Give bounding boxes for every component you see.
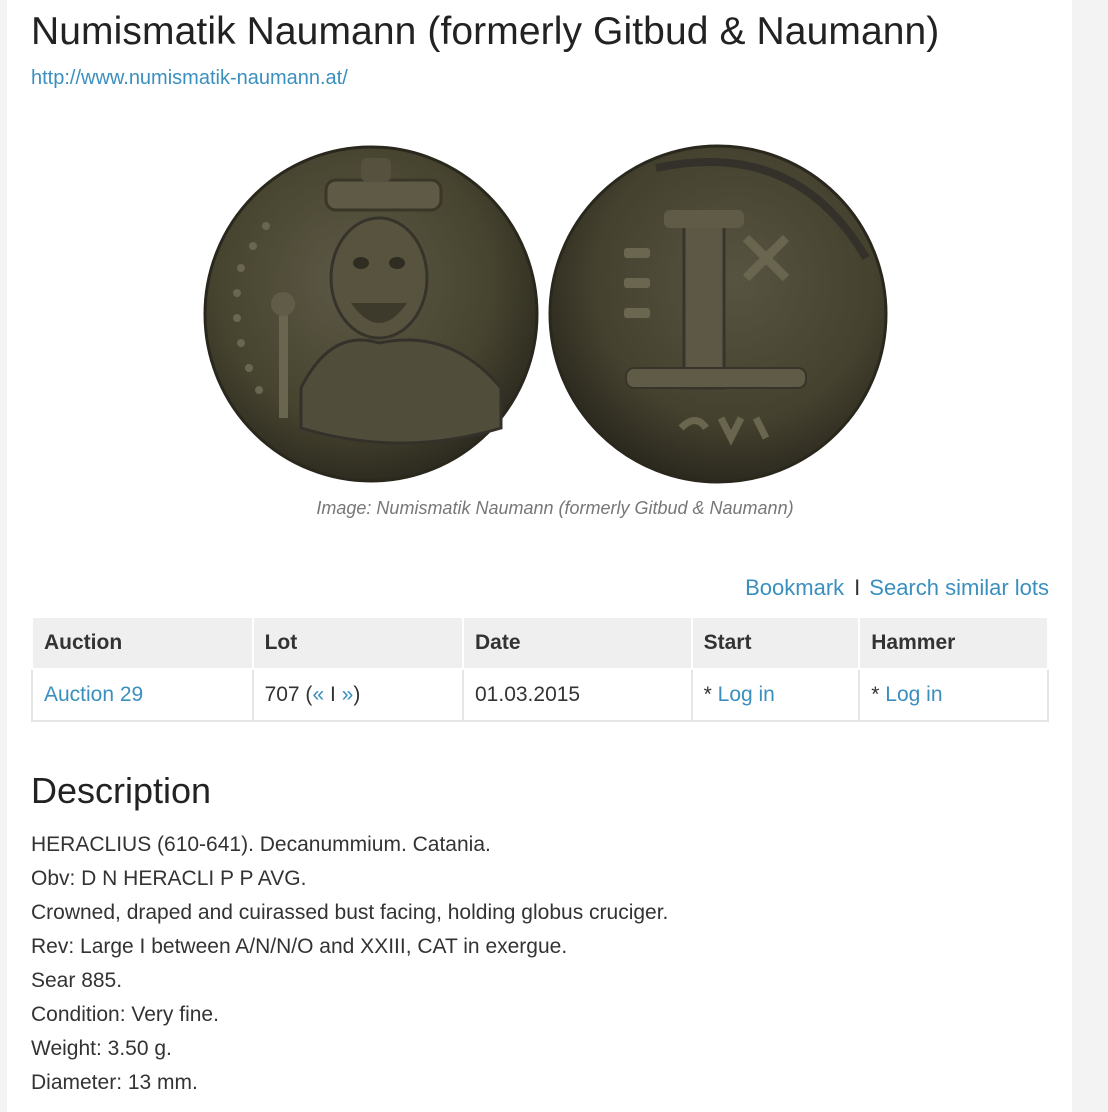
- description-line: Diameter: 13 mm.: [31, 1071, 198, 1094]
- lot-close-paren: ): [353, 683, 361, 706]
- hammer-cell: * Log in: [858, 668, 1049, 722]
- auction-cell: Auction 29: [31, 668, 254, 722]
- description-line: Weight: 3.50 g.: [31, 1037, 172, 1060]
- action-separator: I: [854, 575, 861, 600]
- bookmark-link[interactable]: Bookmark: [745, 575, 844, 600]
- header-auction: Auction: [31, 616, 254, 670]
- page-gutter: [1072, 0, 1108, 1112]
- description-line: Sear 885.: [31, 969, 123, 992]
- description-line: HERACLIUS (610-641). Decanummium. Catani…: [31, 833, 491, 856]
- next-lot-link[interactable]: »: [342, 683, 354, 706]
- hammer-prefix: *: [871, 683, 886, 706]
- start-cell: * Log in: [690, 668, 861, 722]
- lot-table-header-row: Auction Lot Date Start Hammer: [31, 616, 1049, 670]
- previous-lot-link[interactable]: «: [312, 683, 324, 706]
- description-line: Obv: D N HERACLI P P AVG.: [31, 867, 307, 890]
- header-date: Date: [462, 616, 693, 670]
- image-caption: Image: Numismatik Naumann (formerly Gitb…: [316, 498, 794, 518]
- description-line: Rev: Large I between A/N/N/O and XXIII, …: [31, 935, 568, 958]
- lot-page: Numismatik Naumann (formerly Gitbud & Na…: [7, 0, 1072, 1112]
- lot-cell: 707 (« I »): [251, 668, 465, 722]
- description-line: Crowned, draped and cuirassed bust facin…: [31, 901, 669, 924]
- lot-nav-separator: I: [324, 683, 342, 706]
- start-login-link[interactable]: Log in: [718, 683, 775, 706]
- table-row: Auction 29 707 (« I ») 01.03.2015 * Log …: [31, 668, 1049, 722]
- coin-obverse-image: [203, 145, 539, 483]
- search-similar-lots-link[interactable]: Search similar lots: [869, 575, 1049, 600]
- header-hammer: Hammer: [858, 616, 1049, 670]
- lot-number: 707 (: [264, 683, 313, 706]
- date-cell: 01.03.2015: [462, 668, 693, 722]
- lot-table: Auction Lot Date Start Hammer Auction 29…: [31, 616, 1049, 722]
- auction-link[interactable]: Auction 29: [44, 683, 143, 706]
- description-heading: Description: [31, 770, 212, 811]
- header-start: Start: [690, 616, 861, 670]
- coin-reverse-image: [548, 144, 888, 484]
- start-prefix: *: [703, 683, 718, 706]
- coin-image[interactable]: [201, 128, 891, 498]
- dealer-website-link[interactable]: http://www.numismatik-naumann.at/: [31, 67, 348, 90]
- description-line: Condition: Very fine.: [31, 1003, 219, 1026]
- page-title: Numismatik Naumann (formerly Gitbud & Na…: [31, 10, 940, 53]
- hammer-login-link[interactable]: Log in: [885, 683, 942, 706]
- description-text: HERACLIUS (610-641). Decanummium. Catani…: [31, 828, 668, 1100]
- header-lot: Lot: [251, 616, 465, 670]
- lot-actions: Bookmark I Search similar lots: [745, 575, 1049, 601]
